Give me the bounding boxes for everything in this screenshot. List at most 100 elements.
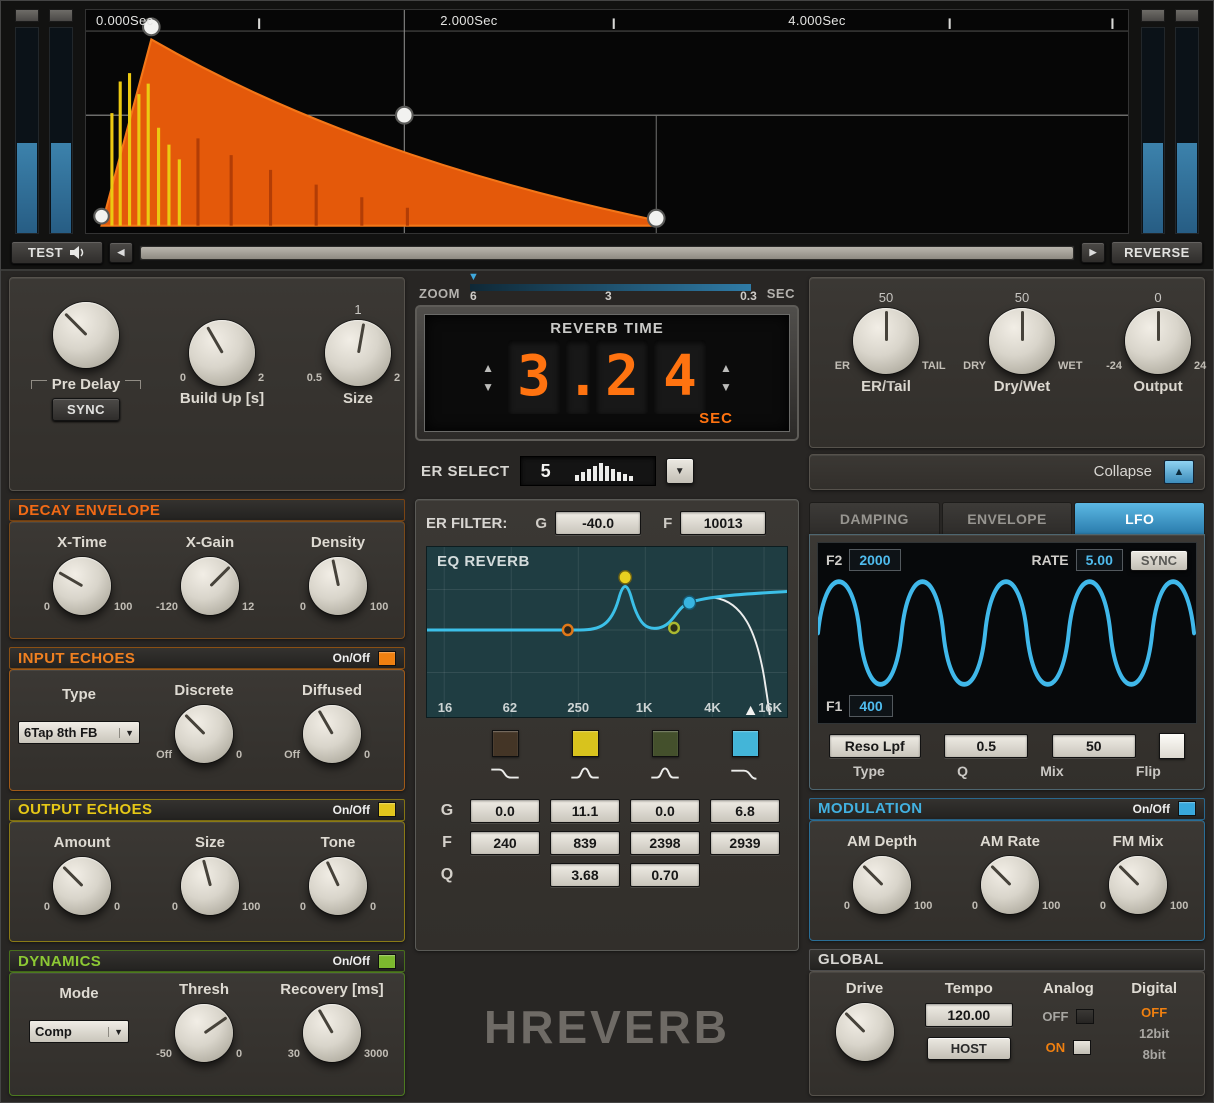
collapse-button[interactable]: ▲: [1164, 459, 1194, 484]
tab-lfo[interactable]: LFO: [1074, 501, 1206, 535]
host-button[interactable]: HOST: [926, 1036, 1011, 1060]
reverse-button[interactable]: REVERSE: [1111, 241, 1203, 264]
lowpass-marker-icon[interactable]: [745, 705, 756, 715]
lfo-q-field[interactable]: 0.5: [944, 734, 1029, 759]
eq-band4-handle[interactable]: [682, 595, 697, 610]
rate-value-field[interactable]: 5.00: [1075, 549, 1123, 572]
analog-off-toggle[interactable]: [1076, 1008, 1095, 1024]
band2-gain-field[interactable]: 11.1: [550, 799, 620, 823]
scroll-right-button[interactable]: ▶: [1081, 242, 1105, 263]
er-select-dropdown-button[interactable]: ▼: [665, 458, 694, 484]
dynamics-led[interactable]: [378, 953, 396, 969]
er-filter-gain-field[interactable]: -40.0: [555, 511, 642, 535]
modulation-led[interactable]: [1178, 801, 1196, 817]
dynamics-mode-select[interactable]: Comp ▼: [29, 1020, 129, 1044]
f1-value-field[interactable]: 400: [849, 695, 893, 718]
clip-indicator[interactable]: [49, 9, 73, 22]
eq-band4-swatch[interactable]: [731, 730, 759, 757]
band1-freq-field[interactable]: 240: [470, 831, 540, 855]
output-echoes-onoff-label: On/Off: [332, 802, 370, 817]
band3-freq-field[interactable]: 2398: [630, 831, 700, 855]
am-depth-knob[interactable]: [853, 855, 911, 914]
er-select-value[interactable]: 5: [533, 461, 559, 482]
density-knob[interactable]: [309, 557, 367, 616]
output-knob[interactable]: [1125, 308, 1191, 374]
x-gain-knob[interactable]: [181, 557, 239, 616]
er-filter-freq-field[interactable]: 10013: [680, 511, 767, 535]
up-arrow-icon[interactable]: ▲: [482, 362, 494, 374]
band2-freq-field[interactable]: 839: [550, 831, 620, 855]
envelope-handle-start[interactable]: [93, 207, 110, 225]
digital-12bit-label[interactable]: 12bit: [1139, 1026, 1169, 1041]
down-arrow-icon[interactable]: ▼: [720, 381, 732, 393]
fm-mix-knob[interactable]: [1109, 855, 1167, 914]
band4-gain-field[interactable]: 6.8: [710, 799, 780, 823]
tab-damping[interactable]: DAMPING: [809, 501, 940, 535]
am-rate-knob[interactable]: [981, 855, 1039, 914]
drive-knob[interactable]: [835, 1002, 894, 1061]
output-echoes-led[interactable]: [378, 802, 396, 818]
eq-reverb-graph[interactable]: EQ REVERB 16 62 250 1K 4K 16K: [426, 546, 788, 718]
lfo-filter-type-select[interactable]: Reso Lpf: [828, 734, 921, 759]
analog-on-toggle[interactable]: [1073, 1039, 1092, 1055]
out-size-knob[interactable]: [181, 856, 239, 915]
build-up-knob[interactable]: [189, 320, 255, 386]
lfo-mix-field[interactable]: 50: [1051, 734, 1136, 759]
diffused-knob[interactable]: [303, 705, 361, 764]
reverb-time-unit: SEC: [699, 410, 733, 427]
envelope-graph[interactable]: 0.000Sec 2.000Sec 4.000Sec: [85, 9, 1129, 234]
down-arrow-icon[interactable]: ▼: [482, 381, 494, 393]
eq-band1-swatch[interactable]: [491, 730, 519, 757]
low-shelf-icon[interactable]: [490, 765, 520, 781]
er-tail-knob[interactable]: [853, 308, 919, 374]
test-button[interactable]: TEST: [11, 241, 103, 264]
echo-type-select[interactable]: 6Tap 8th FB ▼: [18, 721, 140, 745]
x-time-knob[interactable]: [53, 557, 111, 616]
envelope-handle-end[interactable]: [646, 208, 666, 228]
band2-q-field[interactable]: 3.68: [550, 863, 620, 887]
digital-off-label[interactable]: OFF: [1141, 1005, 1167, 1020]
clip-indicator[interactable]: [1175, 9, 1199, 22]
eq-band1-handle[interactable]: [561, 623, 574, 637]
zoom-marker-icon[interactable]: ▼: [468, 271, 479, 283]
scrollbar-thumb[interactable]: [141, 246, 1073, 259]
up-arrow-icon[interactable]: ▲: [720, 362, 732, 374]
zoom-slider[interactable]: ▼ 6 3 0.3: [468, 271, 757, 303]
pre-delay-knob[interactable]: [53, 302, 119, 368]
sync-button[interactable]: SYNC: [51, 398, 121, 421]
clip-indicator[interactable]: [15, 9, 39, 22]
eq-band2-handle[interactable]: [618, 570, 633, 585]
tempo-value-field[interactable]: 120.00: [924, 1002, 1013, 1027]
eq-band2-swatch[interactable]: [571, 730, 599, 757]
recovery-knob[interactable]: [303, 1004, 361, 1063]
lfo-sync-button[interactable]: SYNC: [1129, 549, 1188, 571]
knob-max: 24: [1194, 360, 1207, 372]
modulation-panel: AM Depth 0 100 AM Rate 0 100 FM Mix 0 100: [809, 819, 1205, 941]
band4-freq-field[interactable]: 2939: [710, 831, 780, 855]
band3-gain-field[interactable]: 0.0: [630, 799, 700, 823]
dry-wet-knob[interactable]: [989, 308, 1055, 374]
tab-envelope[interactable]: ENVELOPE: [941, 501, 1073, 535]
bell-filter-icon[interactable]: [570, 765, 600, 781]
band1-gain-field[interactable]: 0.0: [470, 799, 540, 823]
high-cut-icon[interactable]: [730, 765, 760, 781]
clip-indicator[interactable]: [1141, 9, 1165, 22]
digital-8bit-label[interactable]: 8bit: [1143, 1047, 1166, 1062]
lfo-wave-display[interactable]: F2 2000 RATE 5.00 SYNC F1 400: [817, 542, 1197, 725]
envelope-handle-mid[interactable]: [394, 105, 414, 125]
decay-envelope-shape[interactable]: [100, 37, 658, 227]
scroll-left-button[interactable]: ◀: [109, 242, 133, 263]
input-echoes-led[interactable]: [378, 650, 396, 666]
bell-filter-icon[interactable]: [650, 765, 680, 781]
f2-value-field[interactable]: 2000: [849, 549, 901, 572]
amount-knob[interactable]: [53, 856, 111, 915]
size-knob[interactable]: [325, 320, 391, 386]
eq-band3-swatch[interactable]: [651, 730, 679, 757]
eq-band3-handle[interactable]: [668, 621, 681, 635]
band3-q-field[interactable]: 0.70: [630, 863, 700, 887]
tone-knob[interactable]: [309, 856, 367, 915]
thresh-knob[interactable]: [175, 1004, 233, 1063]
flip-label: Flip: [1135, 763, 1161, 780]
discrete-knob[interactable]: [175, 705, 233, 764]
flip-button[interactable]: [1159, 733, 1186, 760]
